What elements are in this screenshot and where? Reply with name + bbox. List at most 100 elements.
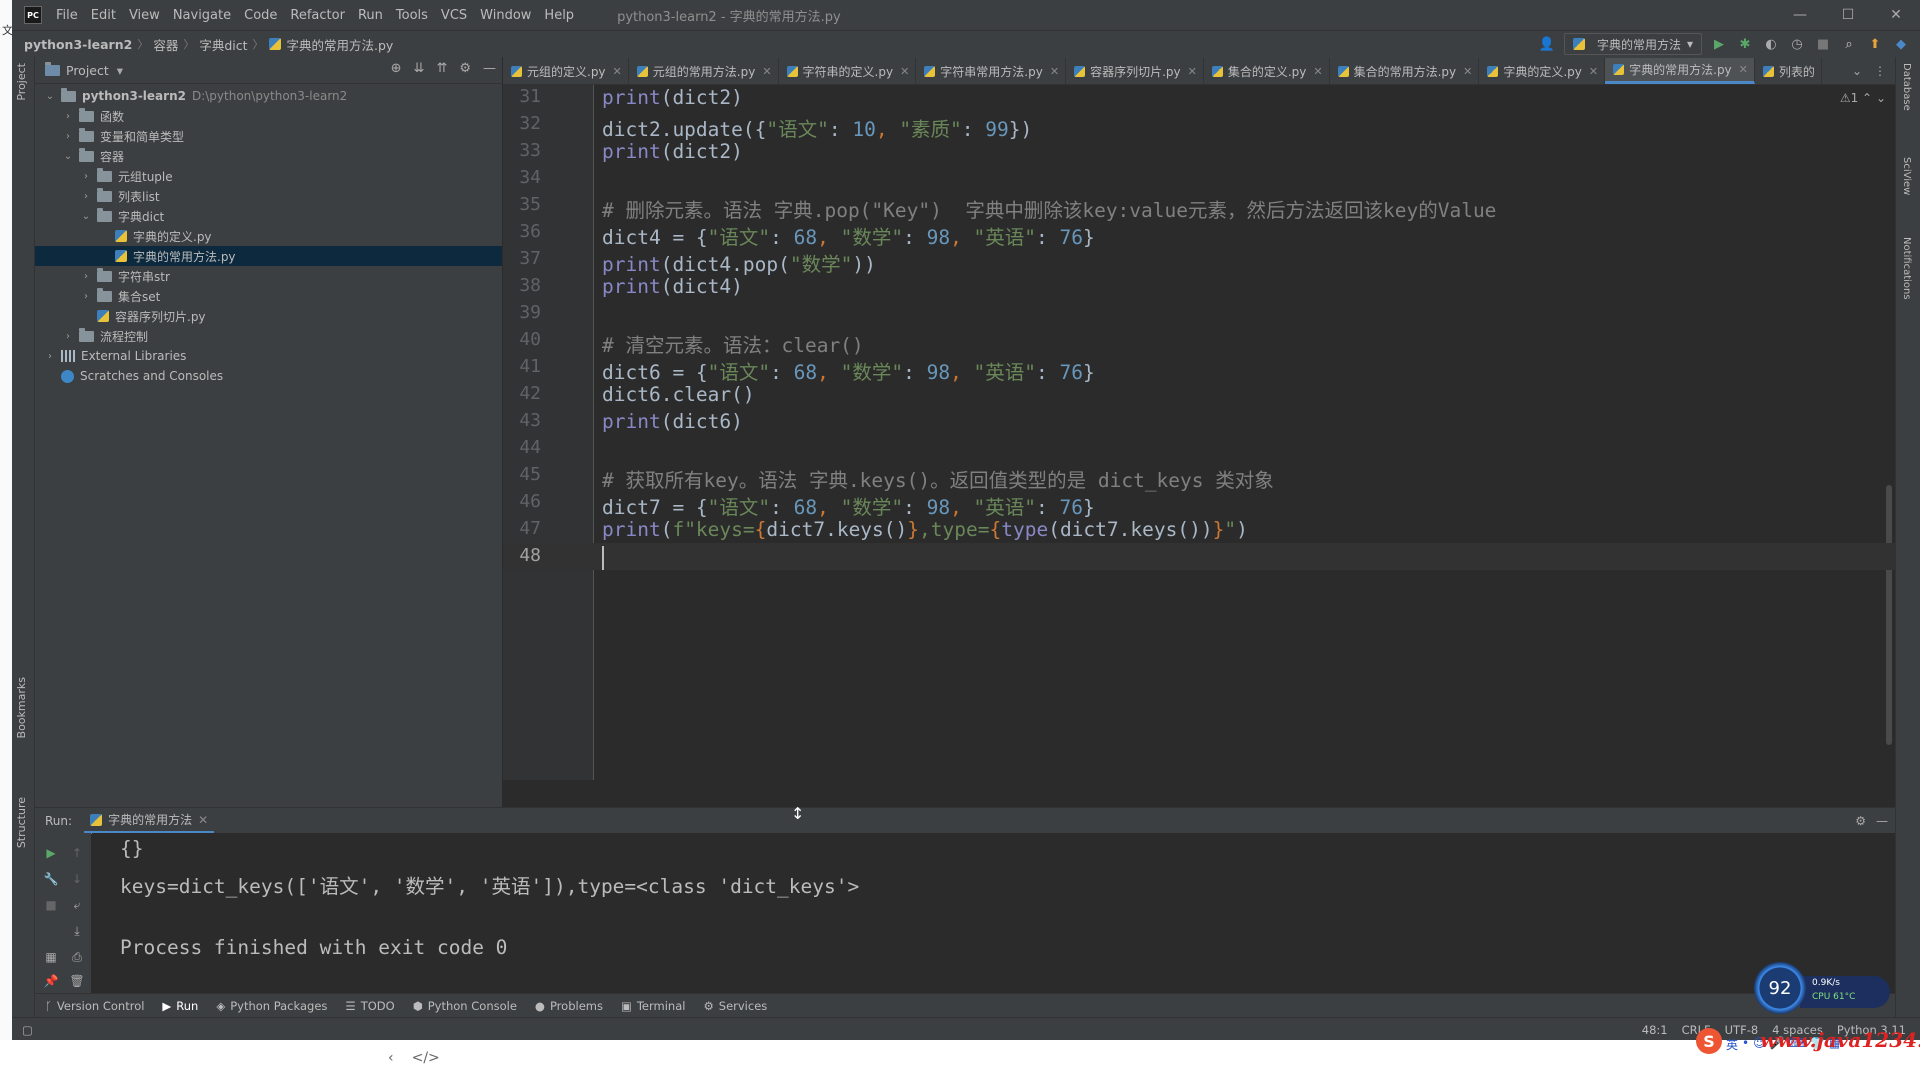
user-icon[interactable]: 👤 [1538, 35, 1556, 53]
editor-tab[interactable]: 字符串的定义.py ✕ [779, 58, 917, 84]
code-editor[interactable]: ⚠1 ⌃ ⌄ 31 print(dict2) 32 dict2.update({"语文… [503, 85, 1896, 780]
gear-icon[interactable]: ⚙ [1855, 814, 1866, 828]
tree-item[interactable]: 字典的定义.py [35, 226, 502, 246]
close-tab-icon[interactable]: ✕ [900, 65, 909, 78]
tool-window-services[interactable]: ⚙ Services [703, 999, 767, 1013]
code-icon[interactable]: </> [412, 1050, 440, 1066]
close-tab-icon[interactable]: ✕ [1739, 63, 1748, 76]
stop-icon[interactable]: ■ [1814, 35, 1832, 53]
chevron-right-icon[interactable]: › [79, 271, 93, 282]
tool-window-python-packages[interactable]: ◈ Python Packages [216, 999, 327, 1013]
tool-window-todo[interactable]: ☰ TODO [345, 999, 394, 1013]
chevron-right-icon[interactable]: › [79, 291, 93, 302]
chevron-down-icon[interactable]: ⌄ [43, 91, 57, 102]
collapse-all-icon[interactable]: ⇈ [436, 61, 447, 76]
chevron-right-icon[interactable]: › [61, 331, 75, 342]
gear-icon[interactable]: ⚙ [459, 61, 471, 76]
code-line[interactable]: 43 print(dict6) [503, 408, 1896, 435]
stop-icon[interactable]: ■ [43, 897, 59, 913]
code-line[interactable]: 40 # 清空元素。语法：clear() [503, 327, 1896, 357]
profile-icon[interactable]: ◷ [1788, 35, 1806, 53]
chevron-right-icon[interactable]: › [61, 111, 75, 122]
tree-item[interactable]: Scratches and Consoles [35, 366, 502, 386]
soft-wrap-icon[interactable]: ⤶ [69, 897, 85, 913]
tree-item[interactable]: ⌄ python3-learn2 D:\python\python3-learn2 [35, 86, 502, 106]
expand-all-icon[interactable]: ⇊ [414, 61, 425, 76]
close-tab-icon[interactable]: ✕ [1589, 65, 1598, 78]
close-tab-icon[interactable]: ✕ [1313, 65, 1322, 78]
code-line[interactable]: 48 [503, 543, 1896, 570]
code-line[interactable]: 38 print(dict4) [503, 273, 1896, 300]
run-console[interactable]: {} keys=dict_keys(['语文', '数学', '英语']),ty… [92, 833, 1896, 993]
code-line[interactable]: 35 # 删除元素。语法 字典.pop("Key") 字典中删除该key:valu… [503, 192, 1896, 222]
editor-tab[interactable]: 容器序列切片.py ✕ [1066, 58, 1204, 84]
update-icon[interactable]: ⬆ [1866, 35, 1884, 53]
close-tab-icon[interactable]: ✕ [1050, 65, 1059, 78]
code-line[interactable]: 37 print(dict4.pop("数学")) [503, 246, 1896, 276]
code-line[interactable]: 34 [503, 165, 1896, 192]
menu-tools[interactable]: Tools [396, 8, 428, 23]
close-icon[interactable]: ✕ [1872, 0, 1920, 30]
project-header-label[interactable]: Project [66, 63, 109, 78]
code-line[interactable]: 36 dict4 = {"语文": 68, "数学": 98, "英语": 76} [503, 219, 1896, 249]
menu-navigate[interactable]: Navigate [173, 8, 231, 23]
chevron-right-icon[interactable]: › [79, 171, 93, 182]
coverage-icon[interactable]: ◐ [1762, 35, 1780, 53]
system-monitor-widget[interactable]: 0.9K/s CPU 61°C 92 [1754, 962, 1894, 1014]
close-tab-icon[interactable]: ✕ [613, 65, 622, 78]
code-line[interactable]: 46 dict7 = {"语文": 68, "数学": 98, "英语": 76} [503, 489, 1896, 519]
tree-item[interactable]: 容器序列切片.py [35, 306, 502, 326]
scroll-to-end-icon[interactable]: ⤓ [69, 923, 85, 939]
tree-item[interactable]: 字典的常用方法.py [35, 246, 502, 266]
tool-window-run[interactable]: ▶ Run [162, 999, 198, 1013]
layout-icon[interactable]: ▦ [43, 949, 59, 965]
debug-icon[interactable]: ✱ [1736, 35, 1754, 53]
code-line[interactable]: 47 print(f"keys={dict7.keys()},type={type… [503, 516, 1896, 543]
editor-tab[interactable]: 字典的常用方法.py ✕ [1605, 58, 1755, 84]
tool-window-python-console[interactable]: ⬢ Python Console [413, 999, 517, 1013]
chevron-right-icon[interactable]: › [61, 131, 75, 142]
editor-tab[interactable]: 元组的常用方法.py ✕ [629, 58, 779, 84]
chevron-down-icon[interactable]: ⌄ [61, 151, 75, 162]
close-tab-icon[interactable]: ✕ [762, 65, 771, 78]
tree-item[interactable]: › 函数 [35, 106, 502, 126]
tree-item[interactable]: › 字符串str [35, 266, 502, 286]
menu-help[interactable]: Help [544, 8, 574, 23]
sciview-tool-tab[interactable]: SciView [1901, 157, 1912, 195]
run-tab[interactable]: 字典的常用方法 ✕ [84, 808, 215, 834]
tree-item[interactable]: ⌄ 容器 [35, 146, 502, 166]
editor-tab[interactable]: 元组的定义.py ✕ [503, 58, 629, 84]
project-tool-tab[interactable]: Project [15, 63, 28, 101]
file-encoding[interactable]: UTF-8 [1725, 1023, 1759, 1037]
menu-file[interactable]: File [56, 8, 78, 23]
ime-button[interactable]: • [1742, 1036, 1749, 1053]
down-arrow-icon[interactable]: ↓ [69, 871, 85, 887]
editor-tab[interactable]: 集合的定义.py ✕ [1204, 58, 1330, 84]
tree-item[interactable]: › 元组tuple [35, 166, 502, 186]
menu-vcs[interactable]: VCS [441, 8, 467, 23]
code-line[interactable]: 32 dict2.update({"语文": 10, "素质": 99}) [503, 111, 1896, 141]
editor-tab[interactable]: 字符串常用方法.py ✕ [916, 58, 1067, 84]
editor-tab[interactable]: 集合的常用方法.py ✕ [1330, 58, 1480, 84]
maximize-icon[interactable]: ☐ [1824, 0, 1872, 30]
print-icon[interactable]: ⎙ [69, 949, 85, 965]
chevron-right-icon[interactable]: › [79, 191, 93, 202]
hide-icon[interactable]: — [483, 61, 496, 76]
code-line[interactable]: 39 [503, 300, 1896, 327]
minimize-icon[interactable]: — [1776, 0, 1824, 30]
tree-item[interactable]: ⌄ 字典dict [35, 206, 502, 226]
up-arrow-icon[interactable]: ↑ [69, 845, 85, 861]
tree-item[interactable]: › External Libraries [35, 346, 502, 366]
rerun-icon[interactable]: ▶ [43, 845, 59, 861]
close-tab-icon[interactable]: ✕ [198, 813, 208, 827]
bookmarks-tool-tab[interactable]: Bookmarks [15, 677, 28, 738]
structure-tool-tab[interactable]: Structure [15, 797, 28, 848]
code-line[interactable]: 33 print(dict2) [503, 138, 1896, 165]
notifications-tool-tab[interactable]: Notifications [1901, 237, 1912, 300]
editor-tab[interactable]: 字典的定义.py ✕ [1479, 58, 1606, 84]
pin-icon[interactable]: 📌 [43, 973, 59, 989]
chevron-down-icon[interactable]: ▾ [117, 63, 123, 78]
close-tab-icon[interactable]: ✕ [1188, 65, 1197, 78]
run-icon[interactable]: ▶ [1710, 35, 1728, 53]
ime-button[interactable]: 英 [1726, 1036, 1738, 1053]
